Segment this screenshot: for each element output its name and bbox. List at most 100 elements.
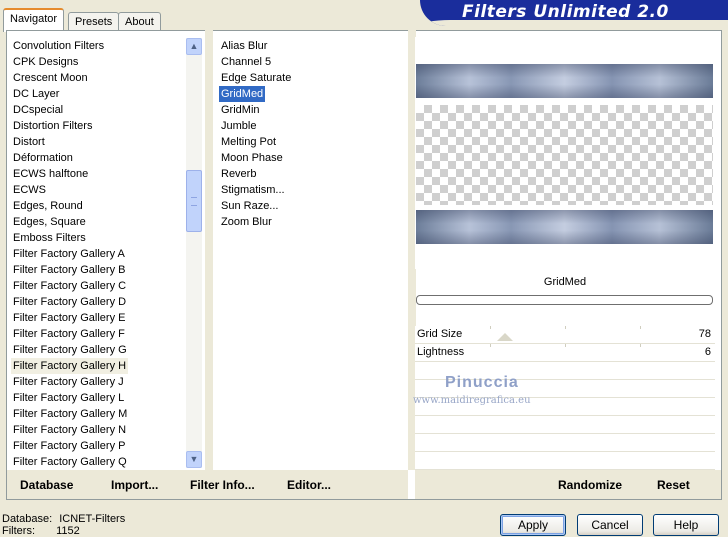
filter-item[interactable]: Moon Phase (221, 150, 401, 166)
category-item[interactable]: Crescent Moon (13, 70, 185, 86)
status-filters: Filters: 1152 (2, 525, 80, 537)
scroll-thumb[interactable] (186, 170, 202, 232)
filter-item[interactable]: Stigmatism... (221, 182, 401, 198)
status-database: Database: ICNET-Filters (2, 513, 125, 525)
filter-item-label: Sun Raze... (221, 200, 279, 212)
category-item[interactable]: Filter Factory Gallery M (13, 406, 185, 422)
category-list[interactable]: Convolution Filters CPK Designs Crescent M… (11, 38, 185, 470)
category-item[interactable]: Filter Factory Gallery J (13, 374, 185, 390)
category-item[interactable]: Filter Factory Gallery C (13, 278, 185, 294)
category-item[interactable]: Déformation (13, 150, 185, 166)
category-item[interactable]: Filter Factory Gallery P (13, 438, 185, 454)
editor-link[interactable]: Editor... (287, 478, 331, 492)
category-item[interactable]: Filter Factory Gallery B (13, 262, 185, 278)
category-item-label: DCspecial (13, 104, 64, 116)
filter-item[interactable]: Melting Pot (221, 134, 401, 150)
category-item-label: Filter Factory Gallery G (13, 344, 127, 356)
category-item[interactable]: Emboss Filters (13, 230, 185, 246)
filter-item[interactable]: Zoom Blur (221, 214, 401, 230)
filter-item[interactable]: Sun Raze... (221, 198, 401, 214)
category-item[interactable]: Filter Factory Gallery L (13, 390, 185, 406)
category-item[interactable]: Edges, Square (13, 214, 185, 230)
category-scrollbar[interactable]: ▲ ▼ (186, 38, 202, 468)
filter-list[interactable]: Alias Blur Channel 5 Edge Saturate GridMed G… (219, 38, 401, 230)
category-item[interactable]: Filter Factory Gallery G (13, 342, 185, 358)
category-item[interactable]: ECWS halftone (13, 166, 185, 182)
category-item[interactable]: CPK Designs (13, 54, 185, 70)
filter-item-label: Melting Pot (221, 136, 277, 148)
filter-item[interactable]: Edge Saturate (221, 70, 401, 86)
category-item-label: DC Layer (13, 88, 60, 100)
category-item[interactable]: ECWS (13, 182, 185, 198)
param-row-empty (415, 452, 715, 470)
category-item-label: Filter Factory Gallery J (13, 376, 124, 388)
apply-button[interactable]: Apply (500, 514, 566, 536)
category-item[interactable]: Filter Factory Gallery D (13, 294, 185, 310)
param-row-lightness[interactable]: Lightness 6 (415, 344, 715, 362)
help-button[interactable]: Help (653, 514, 719, 536)
filter-item-label: GridMin (221, 104, 260, 116)
category-item[interactable]: Edges, Round (13, 198, 185, 214)
category-item-label: Crescent Moon (13, 72, 88, 84)
filter-item[interactable]: Alias Blur (221, 38, 401, 54)
param-row-empty (415, 416, 715, 434)
database-link[interactable]: Database (20, 478, 73, 492)
category-item-label: Filter Factory Gallery N (13, 424, 127, 436)
app-banner: Filters Unlimited 2.0 (420, 0, 728, 26)
filter-item[interactable]: GridMin (221, 102, 401, 118)
reset-link[interactable]: Reset (657, 478, 690, 492)
param-row-grid-size[interactable]: Grid Size 78 (415, 326, 715, 344)
filter-item[interactable]: Channel 5 (221, 54, 401, 70)
category-item[interactable]: Distortion Filters (13, 118, 185, 134)
import-link[interactable]: Import... (111, 478, 158, 492)
app-title: Filters Unlimited 2.0 (462, 2, 669, 22)
category-item[interactable]: Filter Factory Gallery A (13, 246, 185, 262)
cancel-button[interactable]: Cancel (577, 514, 643, 536)
param-row-empty (415, 434, 715, 452)
filter-item-label: Channel 5 (221, 56, 272, 68)
filter-item[interactable]: GridMed (219, 86, 401, 102)
tab-navigator[interactable]: Navigator (3, 8, 65, 32)
param-label: Grid Size (417, 328, 463, 340)
category-item-label: Filter Factory Gallery D (13, 296, 127, 308)
category-item[interactable]: Filter Factory Gallery N (13, 422, 185, 438)
category-item-label: ECWS (13, 184, 46, 196)
randomize-link[interactable]: Randomize (558, 478, 622, 492)
filter-item-label: Reverb (221, 168, 257, 180)
category-item[interactable]: Filter Factory Gallery Q (13, 454, 185, 470)
category-item-label: ECWS halftone (13, 168, 89, 180)
filter-item-label: Alias Blur (221, 40, 268, 52)
tab-about[interactable]: About (118, 12, 161, 32)
category-item[interactable]: DC Layer (13, 86, 185, 102)
param-label: Lightness (417, 346, 465, 358)
preview-transparency (416, 105, 713, 205)
category-item[interactable]: Filter Factory Gallery E (13, 310, 185, 326)
scroll-down-button[interactable]: ▼ (186, 451, 202, 468)
category-item[interactable]: DCspecial (13, 102, 185, 118)
tab-presets[interactable]: Presets (68, 12, 120, 32)
category-item-label: Edges, Round (13, 200, 83, 212)
status-database-label: Database: (2, 513, 53, 525)
category-item-label: CPK Designs (13, 56, 79, 68)
filter-item[interactable]: Reverb (221, 166, 401, 182)
watermark-name: Pinuccia (445, 374, 519, 391)
category-item-label: Filter Factory Gallery E (13, 312, 126, 324)
scroll-up-button[interactable]: ▲ (186, 38, 202, 55)
slider-thumb[interactable] (497, 333, 513, 341)
filter-info-link[interactable]: Filter Info... (190, 478, 255, 492)
category-item[interactable]: Filter Factory Gallery F (13, 326, 185, 342)
filter-item[interactable]: Jumble (221, 118, 401, 134)
category-item[interactable]: Convolution Filters (13, 38, 185, 54)
selected-filter-name: GridMed (543, 276, 587, 288)
category-item-label: Déformation (13, 152, 73, 164)
category-item[interactable]: Distort (13, 134, 185, 150)
category-item[interactable]: Filter Factory Gallery H (11, 358, 185, 374)
param-value: 6 (704, 346, 711, 358)
chevron-up-icon: ▲ (189, 41, 199, 51)
category-item-label: Filter Factory Gallery C (13, 280, 127, 292)
filter-item-label: Zoom Blur (221, 216, 272, 228)
filter-item-label: Jumble (221, 120, 257, 132)
chevron-down-icon: ▼ (189, 454, 199, 464)
category-item-label: Filter Factory Gallery Q (13, 456, 127, 468)
category-item-label: Filter Factory Gallery P (13, 440, 126, 452)
